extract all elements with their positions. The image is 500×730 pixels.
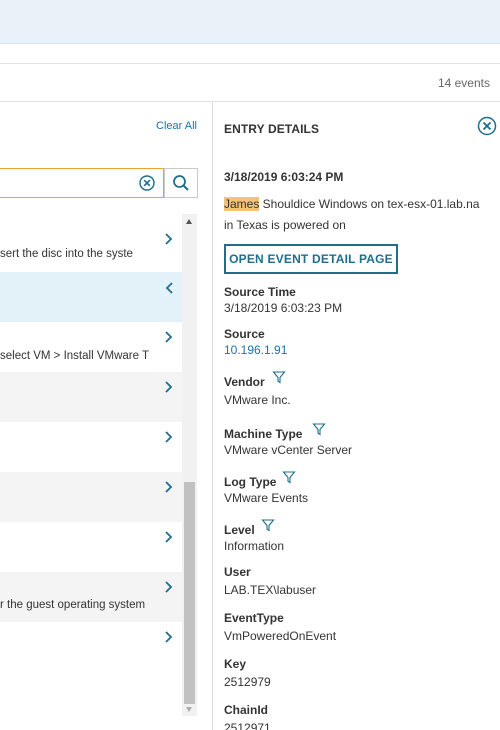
chevron-right-icon [165,431,173,443]
entry-details-pane: ENTRY DETAILS 3/18/2019 6:03:24 PM James… [214,102,500,730]
entry-message-line1: James Shouldice Windows on tex-esx-01.la… [224,197,479,211]
list-item[interactable] [0,472,182,522]
log-type-label: Log Type [224,475,277,489]
list-item-text: r the guest operating system [0,599,146,611]
list-item[interactable]: r the guest operating system [0,572,182,622]
vendor-label: Vendor [224,375,265,389]
filter-funnel-icon[interactable] [261,518,275,532]
source-time-value: 3/18/2019 6:03:23 PM [224,301,343,315]
entry-message-line2: in Texas is powered on [224,218,346,232]
list-item-selected[interactable] [0,272,182,322]
chevron-right-icon [165,233,173,245]
list-item-text: sert the disc into the syste [0,248,133,260]
filter-list-pane: Clear All sert the disc into the syste s… [0,102,213,730]
user-value: LAB.TEX\labuser [224,583,317,597]
open-event-detail-button[interactable]: OPEN EVENT DETAIL PAGE [224,244,398,274]
chain-id-value: 2512971 [224,721,271,730]
key-label: Key [224,657,247,671]
entry-details-title: ENTRY DETAILS [224,122,320,136]
chevron-right-icon [165,331,173,343]
clear-search-icon[interactable] [139,175,155,191]
key-value: 2512979 [224,675,271,689]
event-type-label: EventType [224,611,284,625]
source-time-label: Source Time [224,285,296,299]
list-item[interactable] [0,622,182,672]
chevron-left-icon [165,282,173,294]
machine-type-label: Machine Type [224,427,303,441]
chevron-right-icon [165,381,173,393]
event-count: 14 events [437,76,490,90]
chevron-right-icon [165,481,173,493]
scroll-down-arrow-icon[interactable] [186,707,192,712]
filter-funnel-icon[interactable] [312,422,326,436]
close-icon[interactable] [477,116,497,136]
chevron-right-icon [165,631,173,643]
results-bar: 14 events [0,63,500,102]
source-link[interactable]: 10.196.1.91 [224,343,287,357]
search-button[interactable] [164,168,198,198]
message-highlight: James [224,197,260,211]
vendor-value: VMware Inc. [224,393,291,407]
filter-funnel-icon[interactable] [282,470,296,484]
entry-timestamp: 3/18/2019 6:03:24 PM [224,170,344,184]
list-item[interactable] [0,422,182,472]
chevron-right-icon [165,531,173,543]
list-item[interactable] [0,372,182,422]
list-item[interactable]: select VM > Install VMware T [0,322,182,372]
top-banner [0,0,500,44]
level-label: Level [224,523,255,537]
machine-type-value: VMware vCenter Server [224,443,353,457]
search-icon [173,175,189,191]
list-scrollbar[interactable] [182,214,197,716]
scroll-up-arrow-icon[interactable] [186,219,192,224]
event-type-value: VmPoweredOnEvent [224,629,337,643]
filter-funnel-icon[interactable] [272,370,286,384]
message-text: Shouldice Windows on tex-esx-01.lab.na [259,197,480,211]
log-type-value: VMware Events [224,491,309,505]
user-label: User [224,565,251,579]
list-item[interactable] [0,522,182,572]
event-list: sert the disc into the syste select VM >… [0,214,182,716]
list-item-text: select VM > Install VMware T [0,350,150,362]
source-label: Source [224,327,265,341]
chevron-right-icon [165,581,173,593]
list-item[interactable]: sert the disc into the syste [0,214,182,264]
level-value: Information [224,539,285,553]
search-row [0,168,198,198]
clear-all-link[interactable]: Clear All [156,120,197,132]
chain-id-label: ChainId [224,703,268,717]
scrollbar-thumb[interactable] [184,482,195,704]
